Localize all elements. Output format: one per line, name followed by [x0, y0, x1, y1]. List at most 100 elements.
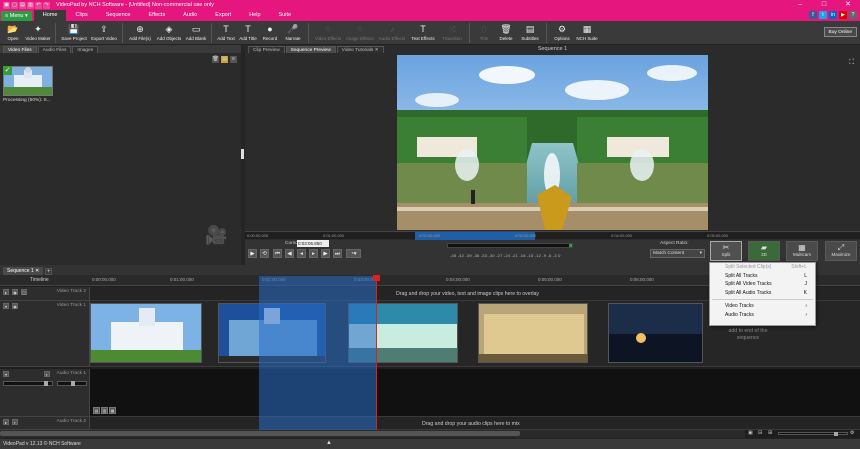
close-window-button[interactable]: ✕ [836, 0, 860, 10]
menu-item-split-audio-tracks[interactable]: Split All Audio Tracks K [710, 289, 815, 298]
facebook-icon[interactable]: f [809, 11, 817, 19]
playhead[interactable] [376, 276, 377, 431]
settings-icon[interactable]: ⚙ [850, 430, 854, 436]
menu-item-video-tracks[interactable]: Video Tracks › [710, 302, 815, 311]
minimize-button[interactable]: – [788, 0, 812, 10]
cursor-time-field[interactable]: 0:03:06.850 [297, 240, 329, 247]
buy-online-button[interactable]: Buy Online [823, 27, 857, 37]
list-view-icon[interactable]: ≡ [230, 56, 237, 63]
go-start-button[interactable]: ⏮ [273, 249, 282, 258]
add-sequence-button[interactable]: + [45, 268, 53, 275]
playhead-handle[interactable] [373, 275, 380, 281]
collapse-arrow-icon[interactable]: ▲ [326, 440, 332, 446]
toolbar-text-effects-button[interactable]: T Text Effects [408, 21, 438, 45]
play-button[interactable]: ▶ [248, 249, 257, 258]
lock-icon[interactable]: ▢ [21, 289, 27, 295]
toolbar-video-maker-button[interactable]: ✦ Video Maker [24, 21, 52, 45]
toolbar-delete-button[interactable]: 🗑 Delete [495, 21, 517, 45]
maximize-button[interactable]: ⤢ Maximize [825, 241, 857, 261]
tab-sequence[interactable]: Sequence [97, 10, 140, 21]
3d-button[interactable]: ▰ 3D [748, 241, 780, 261]
tab-sequence-1[interactable]: Sequence 1 ✕ [3, 267, 44, 275]
redo-icon[interactable]: ↷ [43, 1, 50, 9]
toolbar-add-title-button[interactable]: T Add Title [237, 21, 259, 45]
toolbar-add-text-button[interactable]: T Add Text [215, 21, 237, 45]
toolbar-record-button[interactable]: ● Record [259, 21, 281, 45]
menu-item-audio-tracks[interactable]: Audio Tracks › [710, 311, 815, 320]
tab-help[interactable]: Help [240, 10, 269, 21]
audio-tool-icon[interactable]: ▦ [109, 407, 116, 414]
new-icon[interactable]: ▢ [11, 1, 18, 9]
volume-slider[interactable] [3, 381, 53, 386]
prev-frame-button[interactable]: ◂ [297, 249, 306, 258]
media-thumbnail[interactable]: ✓ [3, 66, 53, 96]
expand-icon[interactable]: ▸ [3, 289, 9, 295]
menu-item-split-all-tracks[interactable]: Split All Tracks L [710, 272, 815, 281]
toolbar-image-effects-button[interactable]: ✧ Image Effects [344, 21, 376, 45]
next-frame-button[interactable]: ▸ [309, 249, 318, 258]
timeline-scrollbar[interactable] [0, 430, 745, 438]
toolbar-nch-suite-button[interactable]: ▦ NCH Suite [574, 21, 600, 45]
toolbar-audio-effects-button[interactable]: ♪ Audio Effects [376, 21, 408, 45]
twitter-icon[interactable]: t [819, 11, 827, 19]
slider-thumb[interactable] [71, 381, 75, 386]
scrollbar-thumb[interactable] [0, 431, 520, 436]
audio-tool-icon[interactable]: ▥ [101, 407, 108, 414]
help-icon[interactable]: ? [849, 11, 857, 19]
audio-lane[interactable]: ▤ ▥ ▦ [90, 369, 860, 417]
tab-audio-files[interactable]: Audio Files [37, 46, 72, 53]
open-icon[interactable]: ▤ [19, 1, 26, 9]
tab-suite[interactable]: Suite [270, 10, 301, 21]
tab-video-files[interactable]: Video Files [3, 46, 37, 53]
aspect-ratio-select[interactable]: Match Content ▾ [650, 249, 705, 258]
step-back-button[interactable]: ◀ [285, 249, 294, 258]
video-clip[interactable] [478, 303, 588, 363]
audio-tool-icon[interactable]: ▤ [93, 407, 100, 414]
multicam-button[interactable]: ▦ Multicam [786, 241, 818, 261]
zoom-out-icon[interactable]: ⊟ [758, 430, 762, 436]
pan-slider[interactable] [57, 381, 87, 386]
split-button[interactable]: ✂ Split [710, 241, 742, 261]
youtube-icon[interactable]: ▶ [839, 11, 847, 19]
zoom-fit-icon[interactable]: ▣ [748, 430, 753, 436]
toolbar-add-file-s-button[interactable]: ⊕ Add File(s) [126, 21, 154, 45]
eye-icon[interactable]: ◉ [12, 303, 18, 309]
tab-export[interactable]: Export [206, 10, 240, 21]
folder-icon[interactable]: ▤ [221, 56, 228, 63]
toolbar-trim-button[interactable]: ⌷ Trim [473, 21, 495, 45]
video-clip[interactable] [218, 303, 326, 363]
collapse-icon[interactable]: ▾ [3, 371, 9, 377]
video-clip[interactable] [348, 303, 458, 363]
fullscreen-icon[interactable]: ⛶ [849, 59, 854, 67]
slider-thumb[interactable] [834, 432, 838, 436]
toolbar-export-video-button[interactable]: ⇪ Export Video [89, 21, 119, 45]
preview-ruler[interactable]: 0:00:00.000 0:01:00.000 0:02:00.000 0:03… [245, 231, 860, 240]
tab-clips[interactable]: Clips [66, 10, 96, 21]
video-clip[interactable] [608, 303, 703, 363]
audio-2-lane[interactable]: Drag and drop your audio clips here to m… [90, 417, 860, 430]
collapse-icon[interactable]: ▾ [3, 303, 9, 309]
menu-item-split-video-tracks[interactable]: Split All Video Tracks J [710, 280, 815, 289]
expand-icon[interactable]: ▸ [3, 419, 9, 425]
toolbar-transition-button[interactable]: ⤨ Transition [438, 21, 466, 45]
toolbar-narrate-button[interactable]: 🎤 Narrate [281, 21, 305, 45]
toolbar-video-effects-button[interactable]: ✧ Video Effects [312, 21, 344, 45]
zoom-in-icon[interactable]: ⊞ [768, 430, 772, 436]
toolbar-save-project-button[interactable]: 💾 Save Project [59, 21, 89, 45]
toolbar-options-button[interactable]: ⚙ Options [550, 21, 574, 45]
trash-icon[interactable]: 🗑 [212, 56, 219, 63]
save-icon[interactable]: ▥ [27, 1, 34, 9]
speed-dropdown[interactable]: ◔▾ [346, 249, 361, 258]
slider-thumb[interactable] [44, 381, 48, 386]
tab-effects[interactable]: Effects [139, 10, 174, 21]
main-menu-button[interactable]: ≡ Menu ▾ [1, 10, 32, 21]
toolbar-subtitles-button[interactable]: ▤ Subtitles [517, 21, 543, 45]
eye-icon[interactable]: ◉ [12, 289, 18, 295]
undo-icon[interactable]: ↶ [35, 1, 42, 9]
video-preview[interactable] [397, 55, 708, 230]
linkedin-icon[interactable]: in [829, 11, 837, 19]
tab-audio[interactable]: Audio [174, 10, 206, 21]
speaker-icon[interactable]: ◐ [12, 419, 18, 425]
loop-button[interactable]: ⟲ [260, 249, 269, 258]
tab-images[interactable]: Images [72, 46, 99, 53]
